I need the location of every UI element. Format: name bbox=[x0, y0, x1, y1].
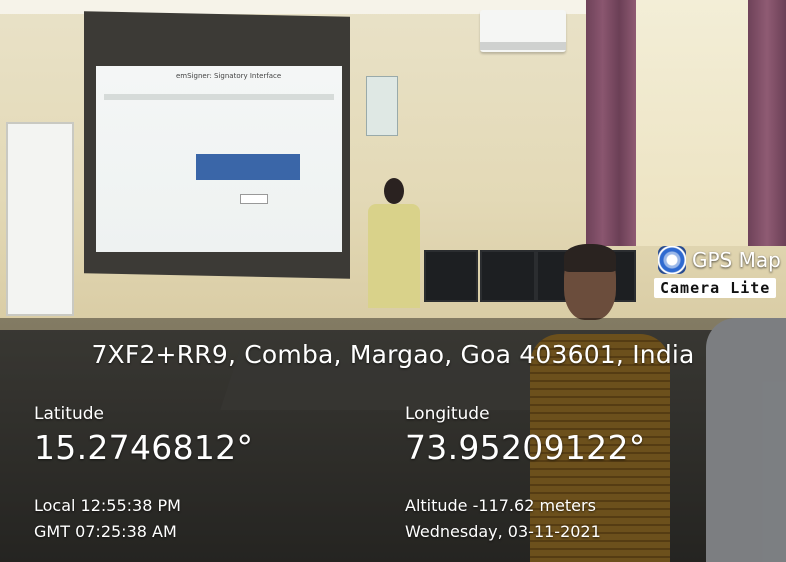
slide-button bbox=[240, 194, 268, 204]
air-conditioner-vent bbox=[480, 42, 566, 50]
window bbox=[636, 0, 748, 246]
slide-browser-bar bbox=[104, 94, 334, 100]
man-hair bbox=[564, 244, 616, 272]
gps-map-camera-icon bbox=[658, 246, 686, 274]
presenter bbox=[366, 178, 422, 308]
altitude: Altitude -117.62 meters bbox=[405, 496, 596, 515]
longitude-value: 73.95209122° bbox=[405, 428, 646, 467]
monitor bbox=[480, 250, 536, 302]
latitude-label: Latitude bbox=[34, 404, 104, 424]
wall-poster bbox=[366, 76, 398, 136]
photo: emSigner: Signatory Interface GPS Map Ca… bbox=[0, 0, 786, 562]
watermark-title: GPS Map bbox=[692, 248, 781, 272]
slide-title: emSigner: Signatory Interface bbox=[176, 72, 282, 80]
latitude-value: 15.2746812° bbox=[34, 428, 254, 467]
curtain bbox=[586, 0, 636, 246]
presenter-body bbox=[368, 204, 420, 308]
whiteboard bbox=[6, 122, 74, 316]
address: 7XF2+RR9, Comba, Margao, Goa 403601, Ind… bbox=[91, 340, 695, 369]
slide-panel bbox=[196, 154, 300, 180]
date: Wednesday, 03-11-2021 bbox=[405, 522, 601, 541]
longitude-label: Longitude bbox=[405, 404, 490, 424]
gps-watermark: GPS Map Camera Lite bbox=[650, 242, 786, 306]
curtain-right bbox=[748, 0, 786, 246]
gmt-time: GMT 07:25:38 AM bbox=[34, 522, 177, 541]
monitor bbox=[424, 250, 478, 302]
local-time: Local 12:55:38 PM bbox=[34, 496, 181, 515]
watermark-subtitle: Camera Lite bbox=[654, 278, 777, 298]
presenter-head bbox=[384, 178, 404, 204]
